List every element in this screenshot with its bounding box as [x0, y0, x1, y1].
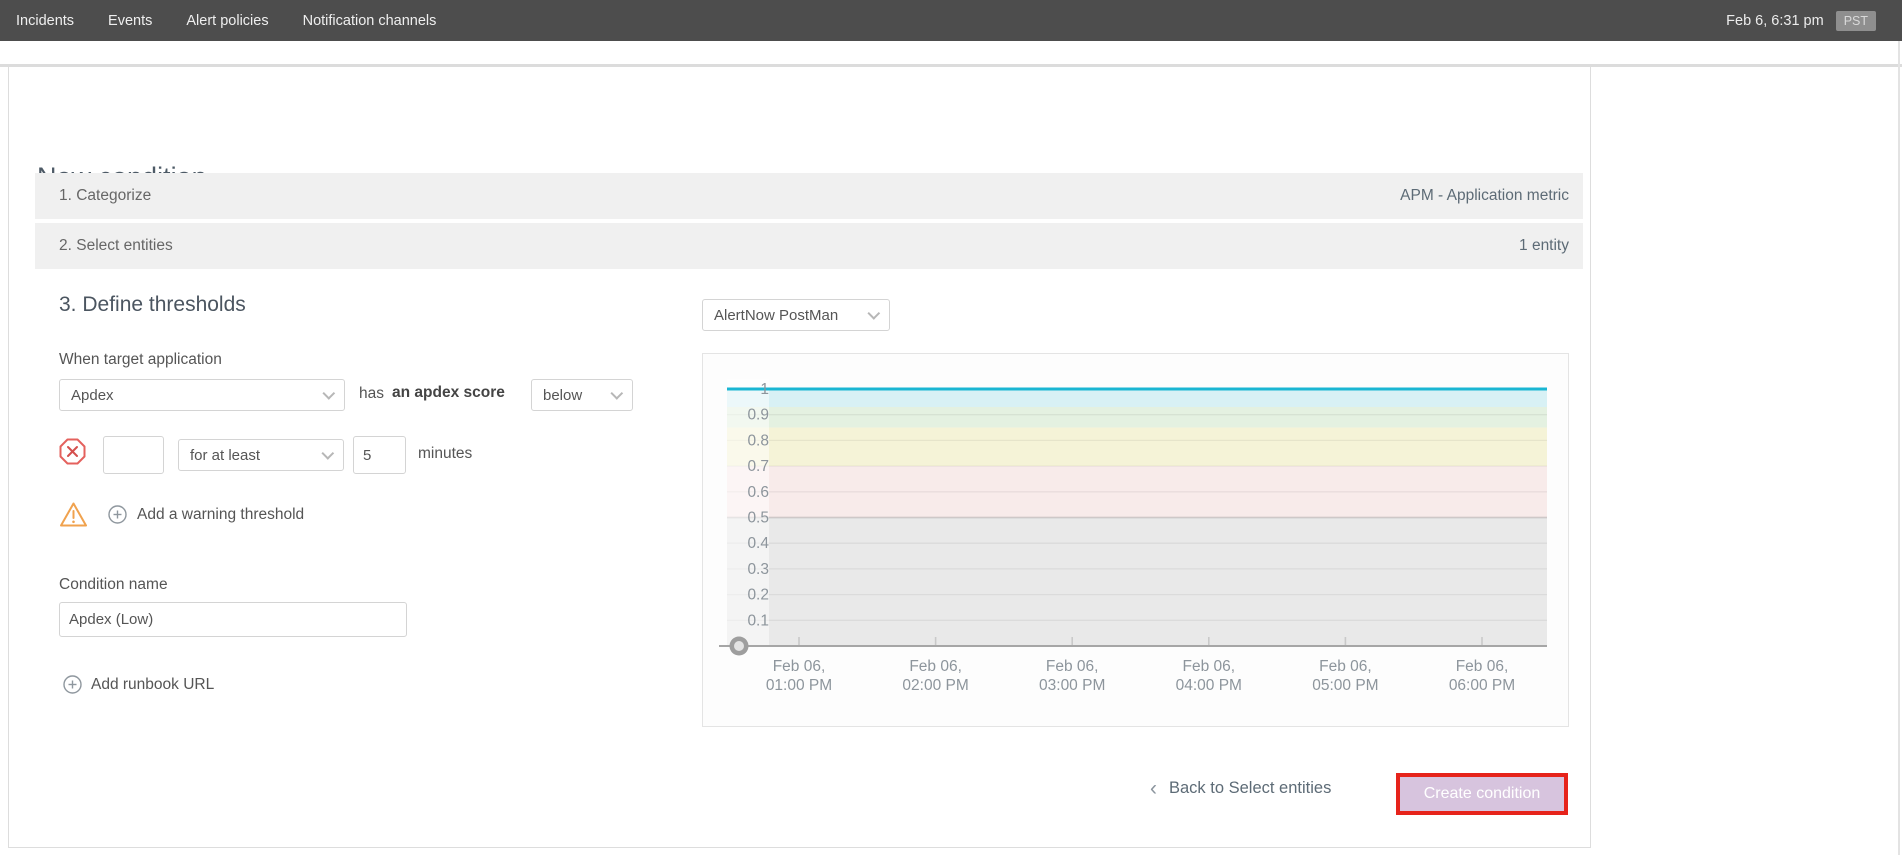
step-label: 2. Select entities [59, 237, 173, 255]
svg-text:0.1: 0.1 [747, 612, 769, 629]
duration-minutes-input[interactable] [353, 436, 406, 474]
svg-text:0.6: 0.6 [747, 484, 769, 501]
timezone-badge[interactable]: PST [1836, 11, 1876, 31]
svg-text:0.8: 0.8 [747, 432, 769, 449]
operator-value: below [543, 387, 582, 404]
duration-operator-select[interactable]: for at least [178, 439, 344, 471]
chevron-left-icon: ‹ [1150, 781, 1157, 797]
svg-text:Feb 06,06:00 PM: Feb 06,06:00 PM [1449, 658, 1515, 694]
nav-item-events[interactable]: Events [106, 9, 154, 33]
nav-item-alert-policies[interactable]: Alert policies [184, 9, 270, 33]
chart-canvas: 1 0.9 0.8 0.7 0.6 0.5 0.4 0.3 0.2 0.1 Feb 06,01:00… [703, 354, 1568, 726]
svg-text:Feb 06,03:00 PM: Feb 06,03:00 PM [1039, 658, 1105, 694]
datetime-text: Feb 6, 6:31 pm [1726, 13, 1824, 29]
chevron-down-icon [321, 447, 334, 460]
new-condition-panel: New condition ✕ Cancel 1. Categorize APM… [8, 67, 1591, 848]
svg-text:Feb 06,04:00 PM: Feb 06,04:00 PM [1176, 658, 1242, 694]
svg-text:0.3: 0.3 [747, 561, 769, 578]
target-metric-value: Apdex [71, 387, 114, 404]
step-value: 1 entity [1519, 237, 1569, 255]
critical-octagon-icon [59, 438, 86, 470]
entity-select-value: AlertNow PostMan [714, 307, 838, 324]
svg-text:Feb 06,05:00 PM: Feb 06,05:00 PM [1312, 658, 1378, 694]
chevron-down-icon [610, 387, 623, 400]
chevron-down-icon [322, 387, 335, 400]
condition-name-input[interactable] [59, 602, 407, 637]
duration-operator-value: for at least [190, 447, 260, 464]
threshold-preview-chart[interactable]: 1 0.9 0.8 0.7 0.6 0.5 0.4 0.3 0.2 0.1 Feb 06,01:00… [702, 353, 1569, 727]
svg-text:Feb 06,01:00 PM: Feb 06,01:00 PM [766, 658, 832, 694]
step-label: 1. Categorize [59, 187, 151, 205]
condition-name-label: Condition name [59, 576, 168, 594]
scrollbar-edge [1898, 41, 1900, 855]
add-warning-label: Add a warning threshold [137, 506, 304, 524]
top-navbar: Incidents Events Alert policies Notifica… [0, 0, 1902, 41]
critical-threshold-input[interactable] [103, 436, 164, 474]
minutes-label: minutes [418, 445, 472, 463]
add-warning-threshold-button[interactable]: Add a warning threshold [108, 505, 304, 524]
svg-text:0.2: 0.2 [747, 587, 769, 604]
back-link-label: Back to Select entities [1169, 779, 1331, 798]
svg-text:0.9: 0.9 [747, 407, 769, 424]
entity-select[interactable]: AlertNow PostMan [702, 299, 890, 331]
define-thresholds-heading: 3. Define thresholds [59, 293, 246, 317]
step-value: APM - Application metric [1400, 187, 1569, 205]
when-target-label: When target application [59, 351, 222, 369]
plus-circle-icon [108, 505, 127, 524]
has-label: has [359, 385, 384, 403]
apdex-score-label: an apdex score [392, 384, 505, 402]
create-condition-button[interactable]: Create condition [1396, 773, 1568, 815]
page: Incidents Events Alert policies Notifica… [0, 0, 1902, 855]
plus-circle-icon [63, 675, 82, 694]
target-metric-select[interactable]: Apdex [59, 379, 345, 411]
svg-text:1: 1 [760, 381, 769, 398]
operator-select[interactable]: below [531, 379, 633, 411]
step-select-entities[interactable]: 2. Select entities 1 entity [35, 223, 1583, 269]
svg-text:0.7: 0.7 [747, 458, 769, 475]
warning-triangle-icon [59, 501, 88, 533]
nav-item-incidents[interactable]: Incidents [14, 9, 76, 33]
add-runbook-label: Add runbook URL [91, 676, 214, 694]
svg-text:Feb 06,02:00 PM: Feb 06,02:00 PM [902, 658, 968, 694]
nav-item-notification-channels[interactable]: Notification channels [301, 9, 439, 33]
step-categorize[interactable]: 1. Categorize APM - Application metric [35, 173, 1583, 219]
nav-menu: Incidents Events Alert policies Notifica… [14, 9, 438, 33]
add-runbook-url-button[interactable]: Add runbook URL [63, 675, 214, 694]
svg-text:0.4: 0.4 [747, 535, 769, 552]
svg-text:0.5: 0.5 [747, 510, 769, 527]
back-to-select-entities-link[interactable]: ‹ Back to Select entities [1150, 779, 1331, 798]
nav-clock: Feb 6, 6:31 pm PST [1726, 11, 1876, 31]
chevron-down-icon [867, 307, 880, 320]
